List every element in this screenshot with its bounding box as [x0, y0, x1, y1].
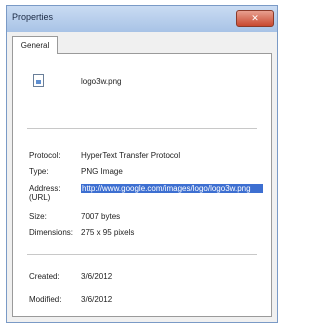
close-button[interactable]: ✕	[236, 10, 274, 27]
address-url-label: (URL)	[29, 193, 51, 202]
window-title: Properties	[12, 12, 54, 22]
separator	[27, 128, 257, 129]
dimensions-value: 275 x 95 pixels	[81, 228, 135, 237]
address-label: Address:	[29, 184, 61, 193]
separator	[27, 254, 257, 255]
tab-general[interactable]: General	[12, 36, 58, 54]
size-label: Size:	[29, 212, 47, 221]
created-label: Created:	[29, 272, 60, 281]
dimensions-label: Dimensions:	[29, 228, 74, 237]
protocol-label: Protocol:	[29, 151, 61, 160]
modified-value: 3/6/2012	[81, 295, 113, 304]
general-panel: logo3w.png Protocol: HyperText Transfer …	[12, 53, 272, 317]
protocol-value: HyperText Transfer Protocol	[81, 151, 181, 160]
modified-label: Modified:	[29, 295, 62, 304]
size-value: 7007 bytes	[81, 212, 121, 221]
type-label: Type:	[29, 167, 49, 176]
image-file-icon	[33, 74, 44, 87]
close-icon: ✕	[251, 13, 259, 23]
file-name: logo3w.png	[81, 77, 122, 86]
created-value: 3/6/2012	[81, 272, 113, 281]
title-bar[interactable]: Properties ✕	[7, 6, 277, 32]
type-value: PNG Image	[81, 167, 123, 176]
address-value[interactable]: http://www.google.com/images/logo/logo3w…	[81, 184, 263, 193]
properties-dialog: Properties ✕ General logo3w.png Protocol…	[6, 5, 278, 323]
tab-general-label: General	[20, 41, 50, 50]
